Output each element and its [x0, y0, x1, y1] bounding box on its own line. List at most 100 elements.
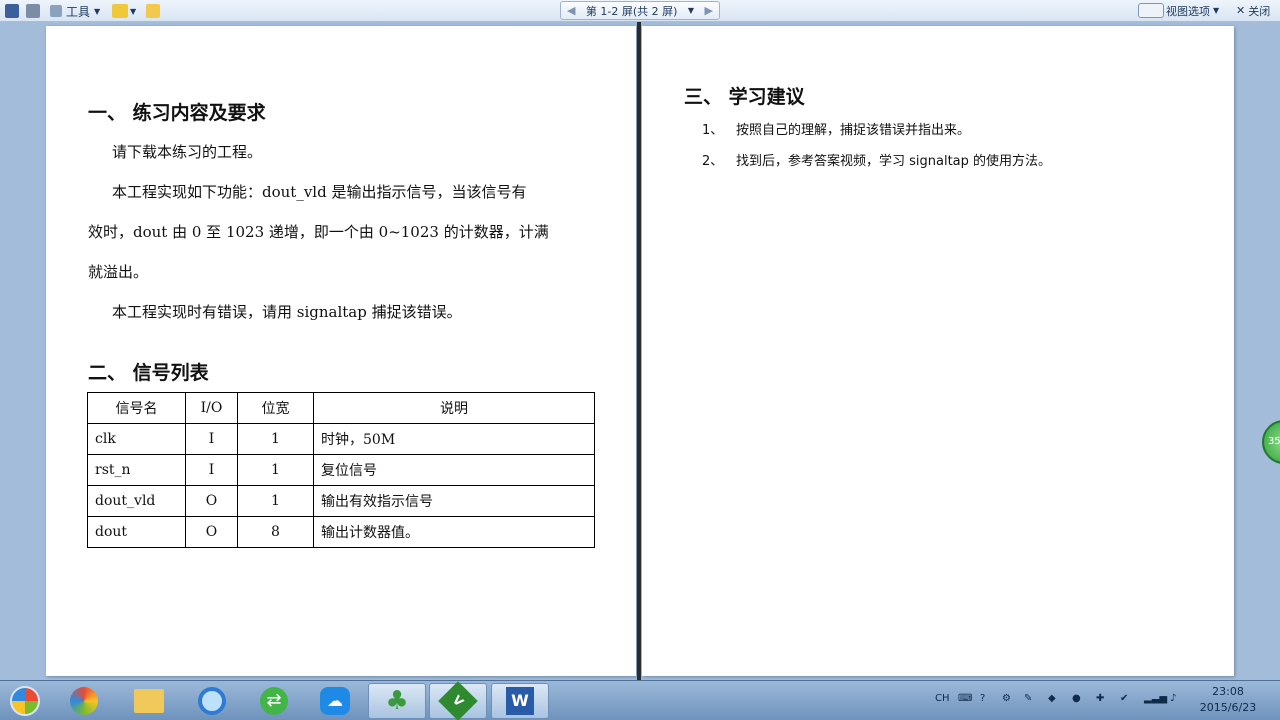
heading-suggestions: 三、 学习建议 — [684, 86, 805, 108]
table-header: I/O — [185, 392, 238, 424]
taskbar-app-ie[interactable] — [183, 683, 241, 719]
table-cell: 1 — [237, 454, 314, 486]
table-cell: O — [185, 485, 238, 517]
add-icon[interactable]: ✚ — [1096, 693, 1104, 704]
save-button[interactable] — [5, 2, 19, 20]
clover-icon: ♣ — [385, 686, 409, 716]
table-header: 位宽 — [237, 392, 314, 424]
next-page-icon[interactable]: ▶ — [705, 4, 713, 17]
page-left: 一、 练习内容及要求 请下载本练习的工程。 本工程实现如下功能：dout_vld… — [46, 26, 636, 676]
table-row: rst_n I 1 复位信号 — [87, 454, 595, 486]
chevron-down-icon: ▼ — [94, 6, 101, 16]
list-item-number: 1、 — [702, 123, 724, 138]
table-header: 信号名 — [87, 392, 186, 424]
heading-signal-list: 二、 信号列表 — [88, 362, 209, 384]
page-right: 三、 学习建议 1、 按照自己的理解，捕捉该错误并指出来。 2、 找到后，参考答… — [642, 26, 1234, 676]
table-cell: 输出有效指示信号 — [313, 485, 595, 517]
table-cell: 输出计数器值。 — [313, 516, 595, 548]
tools-menu[interactable]: 工具 ▼ — [50, 2, 100, 20]
taskbar-app-vim[interactable]: V — [429, 681, 487, 720]
colorful-app-icon — [70, 687, 98, 715]
taskbar-app-sync[interactable]: ⇄ — [245, 683, 303, 719]
word-icon: W — [506, 687, 534, 715]
view-options-label: 视图选项 — [1166, 4, 1210, 18]
page-divider — [637, 22, 641, 680]
heading-exercise: 一、 练习内容及要求 — [88, 102, 266, 124]
taskbar: ⇄ ☁ ♣ V W CH ⌨ ? ⚙ ✎ ◆ ● ✚ ✔ ▂▃▅ ♪ 23:08… — [0, 680, 1280, 720]
clock-time: 23:08 — [1212, 685, 1244, 698]
floating-speed-widget[interactable]: 35 — [1262, 420, 1280, 464]
table-header: 说明 — [313, 392, 595, 424]
table-cell: O — [185, 516, 238, 548]
list-item-number: 2、 — [702, 154, 724, 169]
table-header-row: 信号名 I/O 位宽 说明 — [87, 392, 595, 424]
taskbar-app-photos[interactable] — [55, 683, 113, 719]
keyboard-icon[interactable]: ⌨ — [958, 693, 972, 704]
folder-icon — [134, 689, 164, 713]
list-item: 按照自己的理解，捕捉该错误并指出来。 — [736, 123, 971, 138]
taskbar-app-cloud[interactable]: ☁ — [306, 683, 364, 719]
table-cell: 1 — [237, 485, 314, 517]
tools-icon — [50, 5, 62, 17]
sync-icon: ⇄ — [260, 687, 288, 715]
taskbar-app-explorer[interactable] — [120, 683, 178, 719]
print-button[interactable] — [26, 2, 40, 20]
taskbar-app-word[interactable]: W — [491, 683, 549, 719]
input-method-icon[interactable]: ✎ — [1024, 693, 1032, 704]
table-row: dout_vld O 1 输出有效指示信号 — [87, 485, 595, 517]
page-navigator[interactable]: ◀ 第 1-2 屏(共 2 屏) ▼ ▶ — [560, 1, 720, 20]
clock[interactable]: 23:08 2015/6/23 — [1196, 684, 1260, 716]
internet-explorer-icon — [198, 687, 226, 715]
paragraph-function-line2: 效时，dout 由 0 至 1023 递增，即一个由 0~1023 的计数器，计… — [88, 223, 549, 241]
list-item: 找到后，参考答案视频，学习 signaltap 的使用方法。 — [736, 154, 1052, 169]
tray-settings-icon[interactable]: ⚙ — [1002, 693, 1011, 704]
view-options-icon — [1138, 3, 1164, 18]
network-icon[interactable]: ▂▃▅ — [1144, 693, 1167, 704]
qq-icon[interactable]: ● — [1072, 693, 1081, 704]
document-workspace: 一、 练习内容及要求 请下载本练习的工程。 本工程实现如下功能：dout_vld… — [0, 22, 1280, 680]
print-icon — [26, 4, 40, 18]
table-cell: 复位信号 — [313, 454, 595, 486]
table-cell: 时钟，50M — [313, 423, 595, 455]
tools-label: 工具 — [66, 4, 91, 19]
table-row: dout O 8 输出计数器值。 — [87, 516, 595, 548]
vim-icon: V — [438, 681, 478, 720]
spell-check-icon — [112, 4, 128, 18]
close-icon: ✕ — [1236, 4, 1246, 17]
chevron-down-icon: ▼ — [1213, 6, 1220, 15]
table-cell: dout — [87, 516, 186, 548]
clock-date: 2015/6/23 — [1199, 701, 1257, 714]
taskbar-app-clover[interactable]: ♣ — [368, 683, 426, 719]
table-cell: 1 — [237, 423, 314, 455]
table-cell: I — [185, 454, 238, 486]
start-button[interactable] — [0, 683, 50, 719]
paragraph-error: 本工程实现时有错误，请用 signaltap 捕捉该错误。 — [112, 303, 462, 321]
paragraph-download: 请下载本练习的工程。 — [112, 143, 263, 161]
folder-button[interactable] — [146, 2, 160, 20]
tray-app-icon[interactable]: ◆ — [1048, 693, 1056, 704]
folder-icon — [146, 4, 160, 18]
prev-page-icon[interactable]: ◀ — [567, 4, 575, 17]
close-button[interactable]: ✕ 关闭 — [1236, 1, 1270, 20]
volume-icon[interactable]: ♪ — [1170, 693, 1176, 704]
close-label: 关闭 — [1248, 4, 1271, 18]
signal-table: 信号名 I/O 位宽 说明 clk I 1 时钟，50M rst_n I 1 复… — [87, 392, 595, 548]
pager-label: 第 1-2 屏(共 2 屏) — [585, 4, 678, 18]
save-icon — [5, 4, 19, 18]
chevron-down-icon[interactable]: ▼ — [688, 6, 694, 15]
table-row: clk I 1 时钟，50M — [87, 423, 595, 455]
spell-check-button[interactable]: ▼ — [112, 2, 136, 20]
shield-icon[interactable]: ✔ — [1120, 693, 1128, 704]
table-cell: clk — [87, 423, 186, 455]
help-icon[interactable]: ? — [980, 693, 985, 704]
reading-toolbar: 工具 ▼ ▼ ◀ 第 1-2 屏(共 2 屏) ▼ ▶ 视图选项 ▼ ✕ 关闭 — [0, 0, 1280, 22]
paragraph-function-line3: 就溢出。 — [88, 263, 149, 281]
table-cell: 8 — [237, 516, 314, 548]
table-cell: I — [185, 423, 238, 455]
paragraph-function-line1: 本工程实现如下功能：dout_vld 是输出指示信号，当该信号有 — [112, 183, 527, 201]
view-options-menu[interactable]: 视图选项 ▼ — [1138, 1, 1219, 20]
chevron-down-icon: ▼ — [130, 6, 137, 16]
table-cell: dout_vld — [87, 485, 186, 517]
language-indicator[interactable]: CH — [935, 693, 950, 704]
windows-logo-icon — [10, 686, 40, 716]
